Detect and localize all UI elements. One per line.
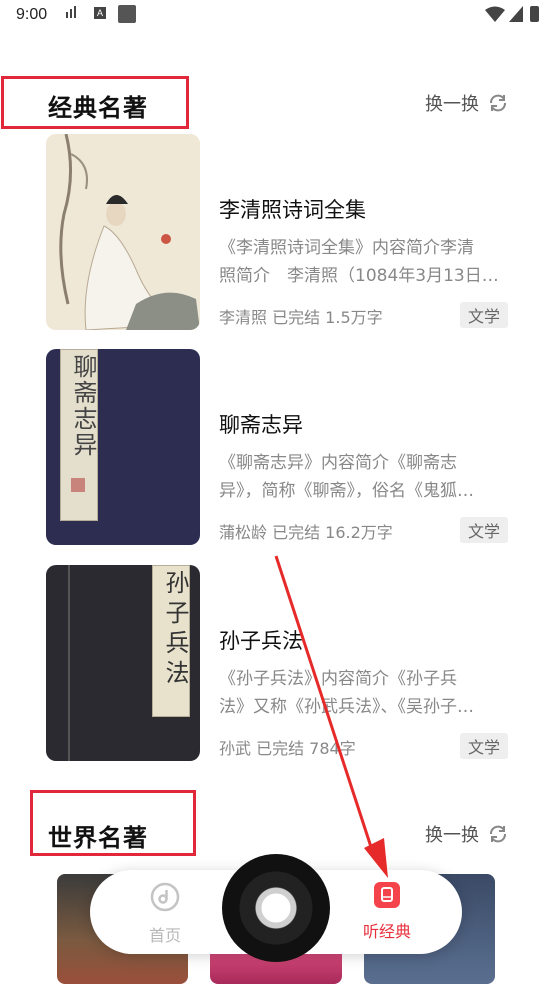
book-title: 孙子兵法	[219, 629, 303, 653]
book-meta: 孙武 已完结 78​4字	[219, 739, 356, 758]
status-time: 9:00	[16, 6, 48, 23]
book-description-line: 照简介 李清照（1084年3月13日…	[219, 266, 499, 286]
wifi-icon	[485, 6, 505, 22]
book-meta: 李清照 已完结 1.5万字	[219, 308, 383, 327]
book-tag: 文学	[459, 733, 508, 759]
seal-stamp	[71, 478, 85, 492]
book-item[interactable]: 孙子兵法 孙子兵法 《孙子兵法》内容简介《孙子兵 法》又称《孙武兵法》、《吴孙子…	[46, 565, 508, 761]
refresh-button[interactable]: 换一换	[425, 821, 509, 847]
signal-bars-icon	[66, 6, 76, 18]
battery-icon	[530, 6, 539, 22]
painting-illustration	[46, 134, 200, 330]
book-description-line: 《孙子兵法》内容简介《孙子兵	[219, 669, 457, 689]
nav-home-tab[interactable]: 首页	[130, 882, 200, 946]
nav-home-label: 首页	[148, 926, 181, 945]
refresh-button[interactable]: 换一换	[425, 90, 509, 116]
book-cover[interactable]: 聊斋志异	[46, 349, 200, 545]
a-badge-icon: A	[94, 7, 106, 19]
music-disc-icon	[150, 882, 180, 912]
book-description-line: 法》又称《孙武兵法》、《吴孙子…	[219, 697, 474, 717]
cover-spine-stitching	[68, 565, 70, 761]
book-cover[interactable]: 孙子兵法	[46, 565, 200, 761]
book-description: 《聊斋志异》内容简介《聊斋志 异》，简称《聊斋》，俗名《鬼狐…	[219, 449, 509, 505]
cellular-icon	[509, 6, 523, 22]
section-title: 世界名著	[48, 824, 148, 852]
nav-classic-tab[interactable]: 听经典	[352, 882, 422, 942]
cover-label-strip: 孙子兵法	[152, 565, 190, 717]
book-item[interactable]: 聊斋志异 聊斋志异 《聊斋志异》内容简介《聊斋志 异》，简称《聊斋》，俗名《鬼狐…	[46, 349, 508, 545]
book-tag: 文学	[459, 302, 508, 328]
refresh-icon	[490, 94, 506, 112]
nav-classic-label: 听经典	[362, 922, 411, 941]
cover-vertical-text: 孙子兵法	[161, 570, 189, 690]
book-title: 李清照诗词全集	[219, 198, 366, 222]
book-description: 《李清照诗词全集》内容简介李清 照简介 李清照（1084年3月13日…	[219, 234, 509, 290]
status-bar: 9:00 A	[0, 0, 553, 32]
bottom-nav: 首页 听经典	[90, 854, 462, 962]
book-title: 聊斋志异	[219, 413, 303, 437]
book-description-line: 异》，简称《聊斋》，俗名《鬼狐…	[219, 481, 474, 501]
book-cover[interactable]	[46, 134, 200, 330]
cover-vertical-text: 聊斋志异	[69, 354, 97, 458]
section-title: 经典名著	[48, 94, 148, 122]
refresh-label: 换一换	[425, 825, 479, 846]
book-tag: 文学	[459, 517, 508, 543]
book-item[interactable]: 李清照诗词全集 《李清照诗词全集》内容简介李清 照简介 李清照（1084年3月1…	[46, 134, 508, 330]
book-description-line: 《聊斋志异》内容简介《聊斋志	[219, 453, 457, 473]
book-meta: 蒲松龄 已完结 16.2万字	[219, 523, 393, 542]
book-description-line: 《李清照诗词全集》内容简介李清	[219, 238, 474, 258]
book-icon	[374, 882, 400, 908]
notification-icon	[118, 5, 136, 23]
refresh-icon	[490, 825, 506, 843]
book-description: 《孙子兵法》内容简介《孙子兵 法》又称《孙武兵法》、《吴孙子…	[219, 665, 509, 721]
vinyl-player-button[interactable]	[222, 854, 330, 962]
refresh-label: 换一换	[425, 94, 479, 115]
cover-label-strip: 聊斋志异	[60, 349, 98, 521]
